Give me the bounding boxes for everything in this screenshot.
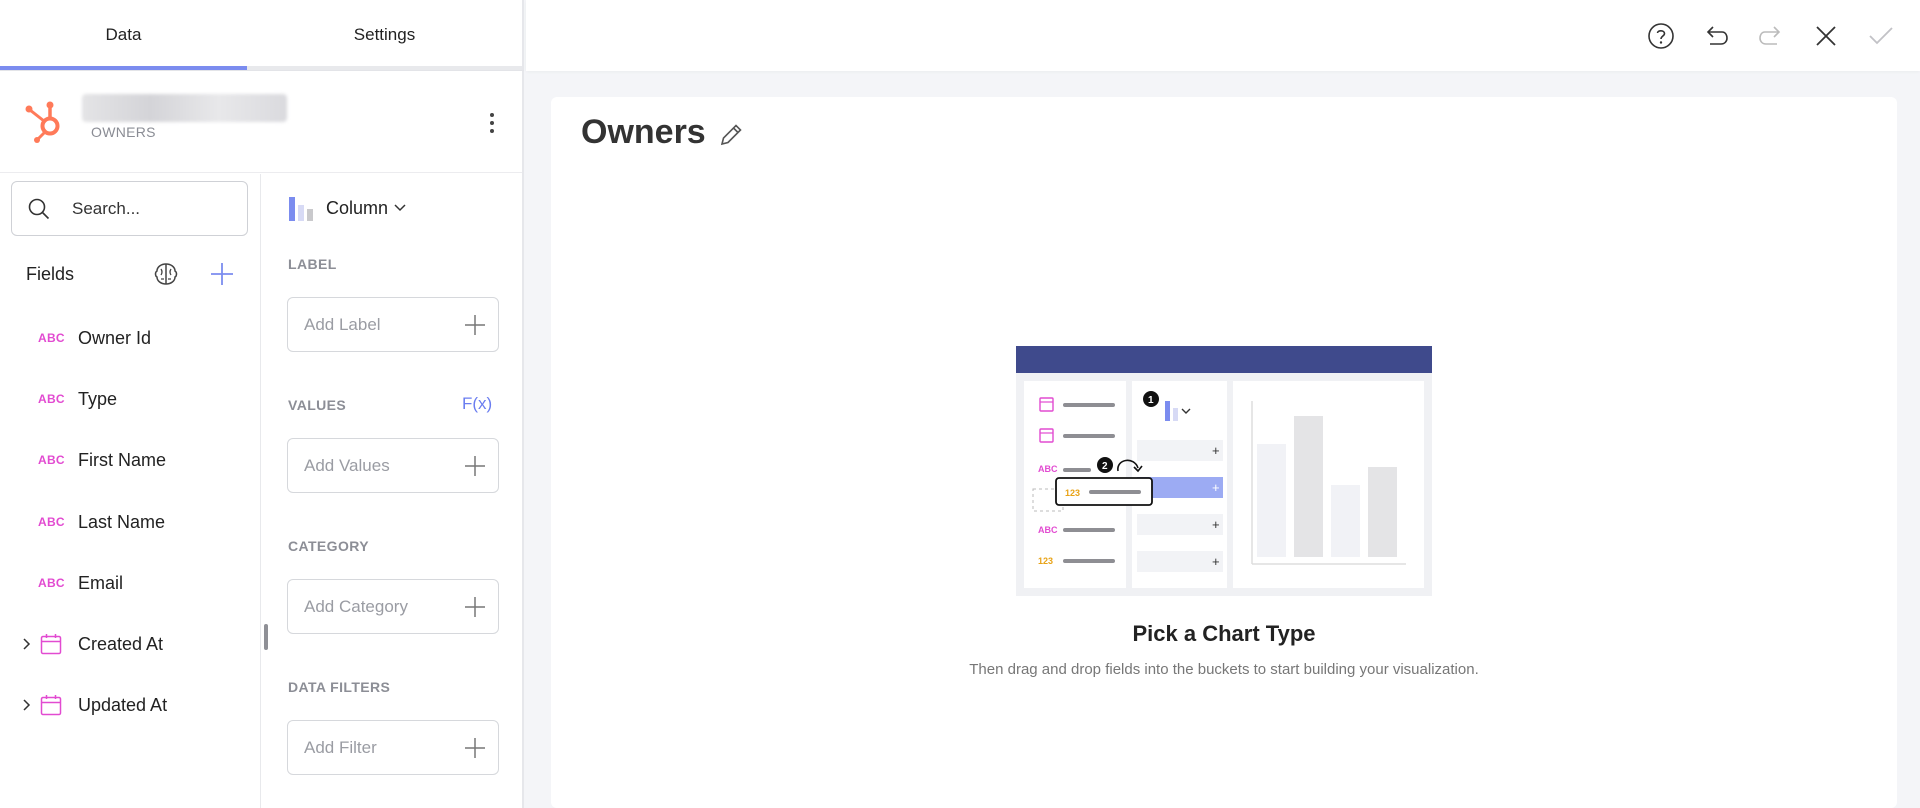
undo-icon — [1706, 26, 1728, 45]
bucket-placeholder: Add Category — [304, 597, 408, 616]
search-box — [11, 181, 248, 236]
label-section-heading: LABEL — [288, 256, 337, 272]
redo-button[interactable] — [1755, 20, 1787, 52]
ill-num-text: 123 — [1065, 488, 1080, 498]
fields-header: Fields — [26, 264, 75, 284]
tab-settings[interactable]: Settings — [247, 0, 522, 69]
bucket-placeholder: Add Label — [304, 315, 381, 334]
chevron-down-icon — [394, 204, 406, 212]
field-name: Last Name — [78, 511, 166, 532]
ill-plus-text: + — [1212, 554, 1220, 569]
add-field-icon[interactable] — [208, 260, 236, 288]
plus-icon — [465, 456, 485, 476]
data-editor-panel: Data Settings OWNERS Search... Fields AB… — [0, 0, 524, 808]
close-icon — [1816, 26, 1836, 46]
source-type-label: OWNERS — [91, 124, 156, 140]
data-filters-section-heading: DATA FILTERS — [288, 679, 391, 695]
plus-icon — [465, 315, 485, 335]
field-name: Owner Id — [78, 327, 152, 348]
search-input[interactable] — [72, 182, 242, 235]
empty-state-title: Pick a Chart Type — [1132, 621, 1316, 646]
panel-tabs: Data Settings — [0, 0, 524, 71]
values-section-heading: VALUES — [288, 397, 347, 413]
ill-abc-text: ABC — [1038, 464, 1058, 474]
fields-column: Fields ABC Owner Id ABC Type ABC First N… — [0, 174, 261, 808]
field-name: Type — [78, 388, 118, 409]
data-source-row: OWNERS — [0, 72, 522, 173]
chart-type-selector[interactable]: Column — [288, 194, 408, 222]
field-item-type[interactable]: ABC Type — [0, 374, 255, 424]
add-category-bucket[interactable]: Add Category — [287, 579, 499, 634]
field-name: Created At — [78, 633, 164, 654]
empty-state-subtitle: Then drag and drop fields into the bucke… — [969, 661, 1479, 678]
text-type-badge: ABC — [38, 515, 65, 529]
brain-icon[interactable] — [152, 260, 180, 288]
visualization-canvas: Owners ABC ABC 123 1 + + + + 2 123 Pick … — [551, 97, 1897, 808]
pick-chart-type-illustration: ABC ABC 123 1 + + + + 2 123 — [1016, 346, 1432, 596]
field-item-created-at[interactable]: Created At — [0, 619, 255, 669]
field-item-first-name[interactable]: ABC First Name — [0, 435, 255, 485]
more-dot-icon — [490, 113, 494, 117]
field-name: Updated At — [78, 694, 168, 715]
ill-plus-text: + — [1212, 480, 1220, 495]
close-button[interactable] — [1810, 20, 1842, 52]
text-type-badge: ABC — [38, 331, 65, 345]
field-item-email[interactable]: ABC Email — [0, 558, 255, 608]
chevron-right-icon[interactable] — [21, 636, 33, 652]
plus-icon — [465, 738, 485, 758]
field-item-owner-id[interactable]: ABC Owner Id — [0, 313, 255, 363]
category-section-heading: CATEGORY — [288, 538, 369, 554]
field-item-updated-at[interactable]: Updated At — [0, 680, 255, 730]
chart-type-label: Column — [326, 197, 389, 218]
inactive-tab-indicator — [247, 66, 522, 70]
calendar-icon — [40, 634, 62, 655]
help-button[interactable] — [1645, 20, 1677, 52]
confirm-button[interactable] — [1865, 20, 1897, 52]
text-type-badge: ABC — [38, 453, 65, 467]
ill-plus-text: + — [1212, 443, 1220, 458]
pencil-icon[interactable] — [717, 121, 745, 149]
visualization-settings-column: Column LABEL Add Label VALUES F(x) Add V… — [262, 174, 522, 808]
source-name-redacted — [82, 94, 287, 122]
field-name: First Name — [78, 449, 167, 470]
ill-step1-text: 1 — [1148, 395, 1154, 406]
ill-step2-text: 2 — [1102, 461, 1108, 472]
redo-icon — [1759, 26, 1781, 45]
ill-num-text: 123 — [1038, 556, 1053, 566]
source-more-menu-button[interactable] — [480, 109, 504, 137]
visualization-title: Owners — [581, 113, 706, 151]
ill-abc-text: ABC — [1038, 525, 1058, 535]
column-chart-icon — [289, 197, 313, 221]
help-icon — [1648, 23, 1674, 49]
add-label-bucket[interactable]: Add Label — [287, 297, 499, 352]
add-values-bucket[interactable]: Add Values — [287, 438, 499, 493]
text-type-badge: ABC — [38, 392, 65, 406]
active-tab-indicator — [0, 66, 247, 70]
bucket-placeholder: Add Filter — [304, 738, 377, 757]
more-dot-icon — [490, 121, 494, 125]
bucket-placeholder: Add Values — [304, 456, 390, 475]
undo-button[interactable] — [1700, 20, 1732, 52]
tab-data[interactable]: Data — [0, 0, 247, 69]
calendar-icon — [40, 695, 62, 716]
fx-button[interactable]: F(x) — [462, 394, 492, 414]
editor-toolbar — [526, 0, 1920, 71]
hubspot-logo-icon — [25, 101, 60, 143]
check-icon — [1869, 27, 1893, 45]
search-icon — [28, 198, 50, 220]
field-name: Email — [78, 572, 124, 593]
chevron-right-icon[interactable] — [21, 697, 33, 713]
field-item-last-name[interactable]: ABC Last Name — [0, 497, 255, 547]
text-type-badge: ABC — [38, 576, 65, 590]
add-filter-bucket[interactable]: Add Filter — [287, 720, 499, 775]
plus-icon — [465, 597, 485, 617]
more-dot-icon — [490, 129, 494, 133]
ill-plus-text: + — [1212, 517, 1220, 532]
